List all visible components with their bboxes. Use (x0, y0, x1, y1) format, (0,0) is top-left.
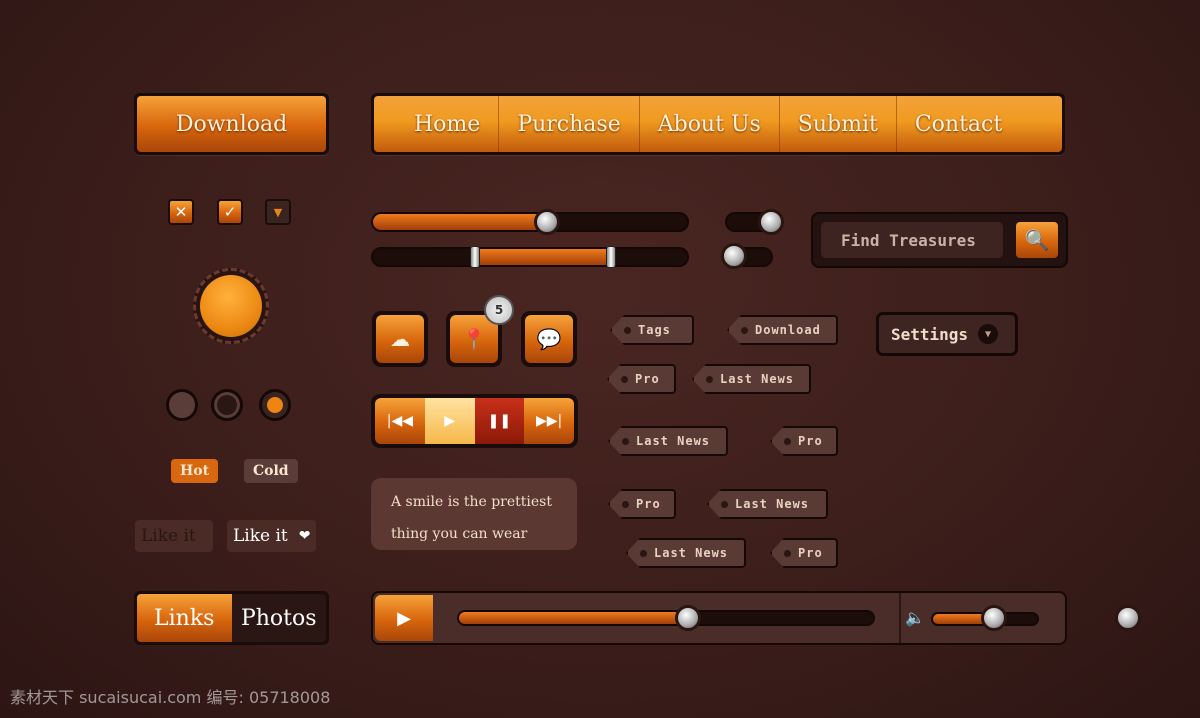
quote-line-2: thing you can wear (391, 526, 528, 542)
range-slider[interactable] (371, 247, 689, 267)
nav-home[interactable]: Home (396, 96, 500, 152)
like-label: Like it (227, 520, 294, 552)
chat-icon: 💬 (525, 315, 573, 363)
search-input[interactable]: Find Treasures (821, 222, 1003, 258)
cloud-button[interactable]: ☁ (372, 311, 428, 367)
tag[interactable]: Last News (692, 364, 811, 394)
cold-bubble[interactable]: Cold (244, 459, 298, 483)
chevron-down-icon: ▼ (978, 324, 999, 344)
range-thumb-min[interactable] (470, 246, 480, 268)
heart-icon: ❤ (293, 520, 316, 552)
nav-contact[interactable]: Contact (897, 96, 1020, 152)
tag[interactable]: Last News (707, 489, 828, 519)
tag[interactable]: Last News (608, 426, 728, 456)
tab-links[interactable]: Links (137, 594, 232, 642)
hot-bubble[interactable]: Hot (171, 459, 219, 483)
quote-line-1: A smile is the prettiest (391, 494, 552, 510)
tag[interactable]: Pro (770, 426, 838, 456)
volume-thumb[interactable] (981, 605, 1007, 631)
toggle-off-thumb[interactable] (721, 243, 747, 269)
watermark: 素材天下 sucaisucai.com 编号: 05718008 (10, 688, 331, 707)
like-button-on[interactable]: Like it ❤ (227, 520, 316, 552)
check-icon[interactable]: ✓ (217, 199, 243, 225)
tag[interactable]: Pro (770, 538, 838, 568)
quote-box: A smile is the prettiest thing you can w… (371, 478, 577, 550)
search-bar: Find Treasures 🔍 (811, 212, 1068, 268)
prev-button[interactable]: |◀◀ (375, 398, 425, 444)
notification-badge: 5 (484, 295, 514, 325)
nav-bar: Home Purchase About Us Submit Contact (371, 93, 1065, 155)
play-button[interactable]: ▶ (424, 398, 475, 444)
close-icon[interactable]: ✕ (168, 199, 194, 225)
range-thumb-max[interactable] (606, 246, 616, 268)
media-controls: |◀◀ ▶ ❚❚ ▶▶| (371, 394, 578, 448)
nav-submit[interactable]: Submit (780, 96, 897, 152)
standalone-knob[interactable] (1115, 605, 1141, 631)
tag[interactable]: Download (727, 315, 838, 345)
cloud-icon: ☁ (376, 315, 424, 363)
search-icon[interactable]: 🔍 (1016, 222, 1058, 258)
dropdown-icon[interactable]: ▼ (265, 199, 291, 225)
pause-button[interactable]: ❚❚ (474, 398, 525, 444)
nav-about-us[interactable]: About Us (640, 96, 780, 152)
radio-selected[interactable] (259, 389, 291, 421)
settings-label: Settings (891, 324, 969, 344)
knob-button[interactable] (193, 268, 269, 344)
radio-off-dark[interactable] (211, 389, 243, 421)
like-button-off[interactable]: Like it (135, 520, 213, 552)
chat-button[interactable]: 💬 (521, 311, 577, 367)
settings-dropdown[interactable]: Settings ▼ (876, 312, 1018, 356)
nav-purchase[interactable]: Purchase (499, 96, 640, 152)
single-slider[interactable] (371, 212, 689, 232)
download-button[interactable]: Download (134, 93, 329, 155)
progress-slider[interactable] (457, 610, 875, 626)
media-bar: ▶ 🔈 (371, 591, 1067, 645)
volume-icon[interactable]: 🔈 (905, 608, 925, 627)
download-label: Download (137, 96, 326, 152)
tag[interactable]: Tags (610, 315, 694, 345)
next-button[interactable]: ▶▶| (524, 398, 574, 444)
progress-thumb[interactable] (675, 605, 701, 631)
tag[interactable]: Last News (626, 538, 746, 568)
radio-off[interactable] (166, 389, 198, 421)
toggle-on-thumb[interactable] (758, 209, 784, 235)
tab-photos[interactable]: Photos (231, 594, 326, 642)
slider-thumb[interactable] (534, 209, 560, 235)
tag[interactable]: Pro (608, 489, 676, 519)
tag[interactable]: Pro (607, 364, 676, 394)
play-button[interactable]: ▶ (375, 595, 433, 641)
segmented-control: Links Photos (134, 591, 329, 645)
